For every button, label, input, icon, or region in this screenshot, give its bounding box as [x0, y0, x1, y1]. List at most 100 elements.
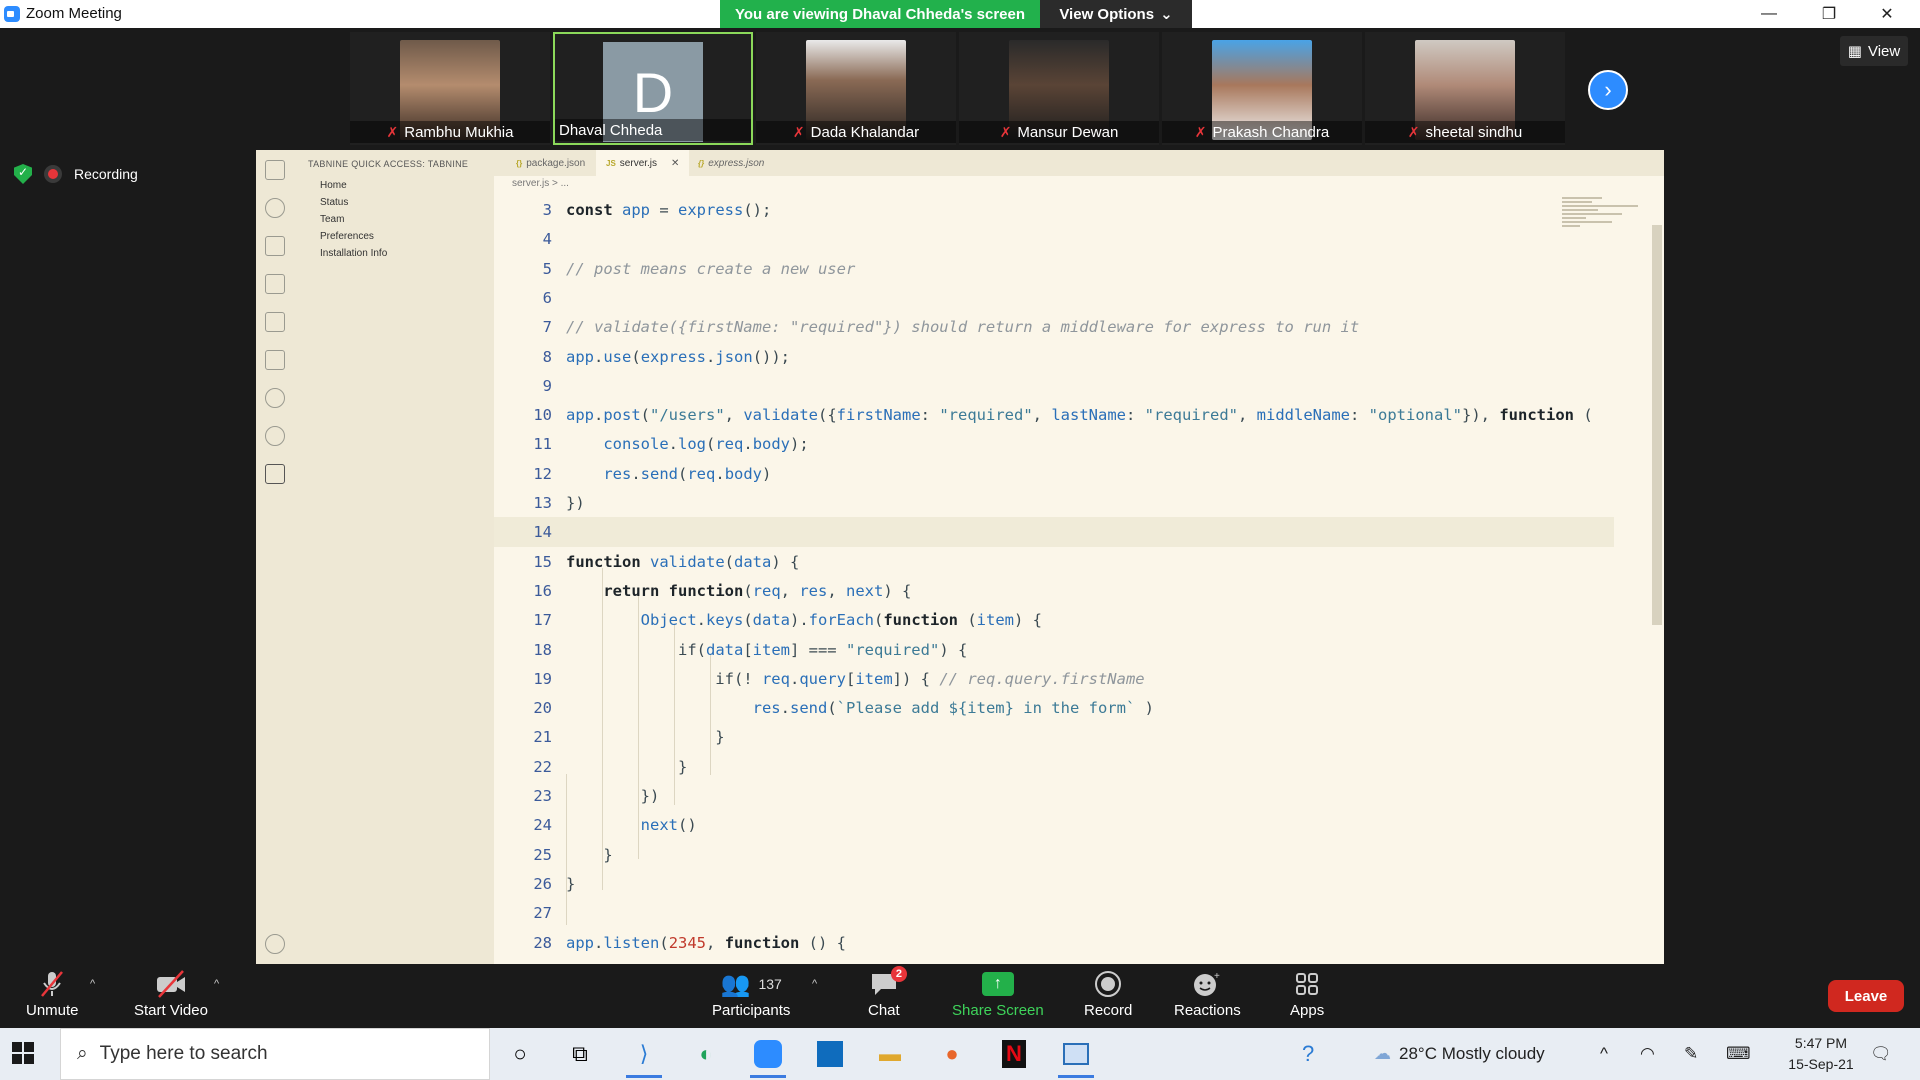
- reactions-button[interactable]: + Reactions: [1174, 968, 1241, 1019]
- participant-tile[interactable]: ✗ Dada Khalandar: [756, 32, 956, 145]
- minimize-button[interactable]: —: [1746, 0, 1792, 28]
- view-options-button[interactable]: View Options ⌄: [1040, 0, 1192, 28]
- participant-name: Prakash Chandra: [1212, 123, 1330, 141]
- netflix-icon[interactable]: N: [994, 1036, 1034, 1072]
- notifications-icon[interactable]: 🗨: [1870, 1028, 1892, 1080]
- extensions-icon[interactable]: [265, 312, 285, 332]
- windows-start-icon[interactable]: [12, 1042, 34, 1064]
- taskbar-search-box[interactable]: ⌕ Type here to search: [60, 1028, 490, 1080]
- code-line[interactable]: 5 // post means create a new user: [494, 254, 1614, 284]
- close-tab-icon[interactable]: ✕: [671, 158, 679, 169]
- video-options-caret-icon[interactable]: ^: [214, 978, 219, 990]
- breadcrumb[interactable]: server.js > ...: [512, 178, 569, 189]
- search-icon[interactable]: [265, 198, 285, 218]
- code-line[interactable]: 22 }: [494, 752, 1614, 782]
- file-explorer-icon[interactable]: ▬: [870, 1036, 910, 1072]
- code-line[interactable]: 16 return function(req, res, next) {: [494, 576, 1614, 606]
- code-line[interactable]: 9: [494, 371, 1614, 401]
- chat-button[interactable]: 2 Chat: [868, 966, 907, 1019]
- line-number: 28: [533, 933, 552, 952]
- record-button[interactable]: Record: [1084, 968, 1132, 1019]
- sidebar-item-preferences[interactable]: Preferences: [320, 231, 374, 242]
- participant-tile[interactable]: ✗ Rambhu Mukhia: [350, 32, 550, 145]
- restore-button[interactable]: ❐: [1806, 0, 1852, 28]
- code-line[interactable]: 10 app.post("/users", validate({firstName…: [494, 400, 1614, 430]
- unmute-button[interactable]: Unmute: [26, 968, 79, 1019]
- sidebar-item-status[interactable]: Status: [320, 197, 348, 208]
- code-line[interactable]: 27: [494, 898, 1614, 928]
- view-layout-button[interactable]: ▦ View: [1840, 36, 1908, 66]
- code-editor[interactable]: 3 const app = express(); 4 5 // post means c…: [494, 195, 1614, 964]
- code-line[interactable]: 4: [494, 224, 1614, 254]
- apps-button[interactable]: Apps: [1290, 968, 1324, 1019]
- cortana-icon[interactable]: ○: [500, 1036, 540, 1072]
- keyboard-icon[interactable]: ⌨: [1726, 1028, 1751, 1080]
- clock[interactable]: 5:47 PM 15-Sep-21: [1776, 1033, 1866, 1075]
- pen-icon[interactable]: ✎: [1684, 1028, 1698, 1080]
- code-text: if(! req.query[item]) { // req.query.fir…: [566, 669, 1145, 688]
- sidebar-item-home[interactable]: Home: [320, 180, 347, 191]
- participants-caret-icon[interactable]: ^: [812, 978, 817, 990]
- line-number: 7: [542, 318, 552, 337]
- participant-tile[interactable]: ✗ sheetal sindhu: [1365, 32, 1565, 145]
- code-line[interactable]: 7 // validate({firstName: "required"}) sh…: [494, 312, 1614, 342]
- chevron-up-icon[interactable]: ^: [1600, 1028, 1608, 1080]
- line-number: 26: [533, 874, 552, 893]
- close-button[interactable]: ✕: [1864, 0, 1910, 28]
- help-icon[interactable]: ?: [1302, 1028, 1314, 1080]
- run-debug-icon[interactable]: [265, 274, 285, 294]
- participant-name: Dada Khalandar: [810, 123, 920, 141]
- code-line[interactable]: 25 }: [494, 840, 1614, 870]
- source-control-icon[interactable]: [265, 236, 285, 256]
- code-line[interactable]: 3 const app = express();: [494, 195, 1614, 225]
- participant-tile[interactable]: ✗ Mansur Dewan: [959, 32, 1159, 145]
- edge-icon[interactable]: ◐: [686, 1036, 726, 1072]
- code-line[interactable]: 28 app.listen(2345, function () {: [494, 928, 1614, 958]
- tab-package-json[interactable]: {} package.json: [506, 150, 595, 176]
- leave-button[interactable]: Leave: [1828, 980, 1904, 1012]
- code-line[interactable]: 11 console.log(req.body);: [494, 429, 1614, 459]
- account-icon[interactable]: [265, 934, 285, 954]
- audio-options-caret-icon[interactable]: ^: [90, 978, 95, 990]
- next-page-arrow-icon[interactable]: ›: [1588, 70, 1628, 110]
- tab-express-json[interactable]: {} express.json: [688, 150, 774, 176]
- outlook-icon[interactable]: [810, 1036, 850, 1072]
- weather-widget[interactable]: ☁ 28°C Mostly cloudy: [1374, 1028, 1545, 1080]
- sidebar-item-installation-info[interactable]: Installation Info: [320, 248, 387, 259]
- participants-button[interactable]: 👥 137 Participants: [712, 968, 790, 1020]
- code-line[interactable]: 17 Object.keys(data).forEach(function (i…: [494, 605, 1614, 635]
- app-window-icon[interactable]: [1056, 1036, 1096, 1078]
- vscode-icon[interactable]: ⟩: [624, 1036, 664, 1078]
- minimap[interactable]: [1562, 195, 1642, 255]
- explorer-icon[interactable]: [265, 160, 285, 180]
- code-line[interactable]: 14: [494, 517, 1614, 548]
- code-line[interactable]: 23 }): [494, 781, 1614, 811]
- zoom-icon[interactable]: [748, 1036, 788, 1078]
- wifi-icon[interactable]: ◠: [1640, 1028, 1655, 1080]
- editor-scrollbar[interactable]: [1652, 225, 1662, 625]
- firefox-icon[interactable]: ●: [932, 1036, 972, 1072]
- code-line[interactable]: 8 app.use(express.json());: [494, 342, 1614, 372]
- tabnine-icon[interactable]: [265, 464, 285, 484]
- code-line[interactable]: 13}): [494, 488, 1614, 518]
- code-line[interactable]: 19 if(! req.query[item]) { // req.query.…: [494, 664, 1614, 694]
- code-line[interactable]: 12 res.send(req.body): [494, 459, 1614, 489]
- tab-server-js[interactable]: JS server.js ✕: [596, 150, 690, 176]
- participant-tile[interactable]: D Dhaval Chheda: [553, 32, 753, 145]
- code-line[interactable]: 20 res.send(`Please add ${item} in the f…: [494, 693, 1614, 723]
- code-line[interactable]: 6: [494, 283, 1614, 313]
- code-line[interactable]: 21 }: [494, 722, 1614, 752]
- code-line[interactable]: 24 next(): [494, 810, 1614, 840]
- code-line[interactable]: 26}: [494, 869, 1614, 899]
- remote-explorer-icon[interactable]: [265, 350, 285, 370]
- task-view-icon[interactable]: ⧉: [560, 1036, 600, 1072]
- code-line[interactable]: 18 if(data[item] === "required") {: [494, 635, 1614, 665]
- docker-icon[interactable]: [265, 388, 285, 408]
- recording-indicator[interactable]: Recording: [14, 164, 138, 184]
- share-screen-button[interactable]: ↑ Share Screen: [952, 968, 1044, 1019]
- participant-tile[interactable]: ✗ Prakash Chandra: [1162, 32, 1362, 145]
- sidebar-item-team[interactable]: Team: [320, 214, 344, 225]
- timeline-icon[interactable]: [265, 426, 285, 446]
- code-line[interactable]: 15 function validate(data) {: [494, 547, 1614, 577]
- start-video-button[interactable]: Start Video: [134, 968, 208, 1019]
